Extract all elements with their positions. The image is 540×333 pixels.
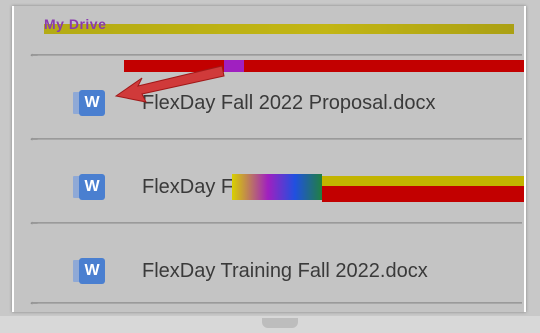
glitch-block <box>322 176 524 186</box>
divider <box>28 46 522 60</box>
glitch-block <box>232 174 322 200</box>
header-title: My Drive <box>44 16 107 32</box>
file-row[interactable]: W FlexDay Training Fall 2022.docx <box>24 228 524 308</box>
arrow-icon <box>114 65 225 103</box>
divider <box>28 130 522 144</box>
word-icon: W <box>79 90 105 116</box>
file-row[interactable]: W FlexDay Fall 2022 Proposal.docx <box>24 58 524 138</box>
word-icon-letter: W <box>84 94 100 111</box>
header-glitch-band <box>44 24 514 34</box>
word-icon-letter: W <box>84 262 100 279</box>
word-icon: W <box>79 174 105 200</box>
divider <box>28 294 522 308</box>
word-icon: W <box>79 258 105 284</box>
bottom-notch <box>262 318 298 328</box>
drive-file-list: My Drive W FlexDay Fall 2022 Proposal.do… <box>12 6 526 312</box>
file-name[interactable]: FlexDay Training Fall 2022.docx <box>142 260 428 283</box>
list-header: My Drive <box>44 14 514 38</box>
word-icon-letter: W <box>84 178 100 195</box>
divider <box>28 214 522 228</box>
